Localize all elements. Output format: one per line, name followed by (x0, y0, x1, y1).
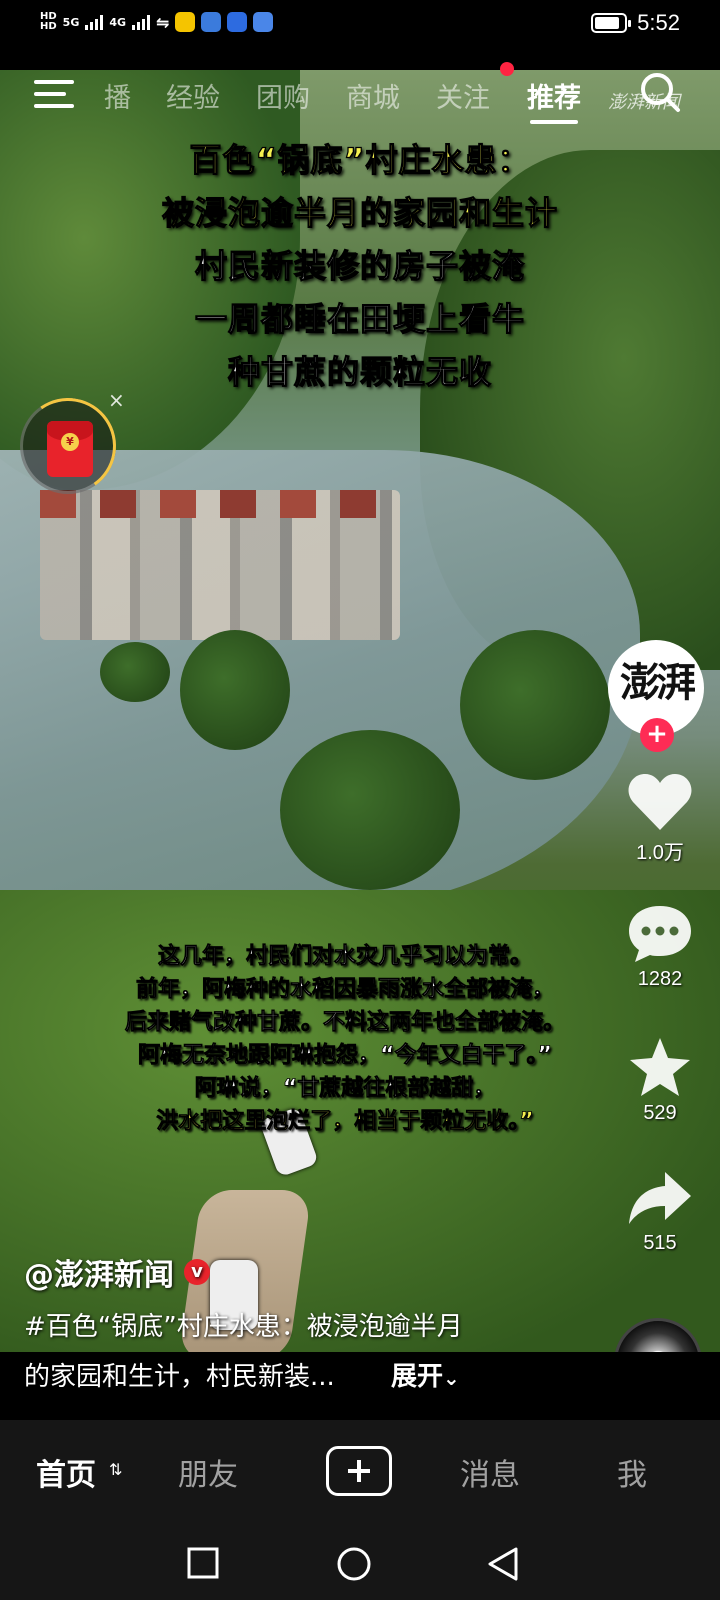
like-button[interactable]: 1.0万 (612, 772, 708, 865)
video-scene-roofs (40, 490, 400, 518)
recent-apps-icon[interactable] (186, 1546, 220, 1580)
wifi-icon: ⇋ (156, 12, 170, 32)
expand-label: 展开 (391, 1362, 444, 1392)
back-icon[interactable] (486, 1546, 520, 1582)
subtitle-line: 前年，阿梅种的水稻因暴雨涨水全部被淹， (135, 977, 555, 1003)
signal-icon-2 (132, 14, 151, 30)
share-icon (629, 1172, 691, 1224)
star-icon (630, 1038, 690, 1096)
headline-line: 被浸泡逾半月的家园和生计 (161, 193, 558, 232)
sim2-label: 4G (109, 15, 127, 29)
author-name[interactable]: @澎湃新闻 (24, 1250, 174, 1294)
sim1-label: 5G (62, 15, 80, 29)
caption-line[interactable]: 的家园和生计，村民新装... (24, 1356, 335, 1393)
close-red-packet-button[interactable]: × (108, 388, 125, 412)
status-left: HD HD 5G 4G ⇋ (40, 11, 274, 32)
app-notification-icon (175, 12, 196, 32)
tab-experience[interactable]: 经验 (166, 76, 220, 115)
clock: 5:52 (637, 10, 680, 35)
red-packet-widget[interactable]: ¥ (12, 390, 124, 502)
comment-icon (629, 906, 691, 962)
tab-following[interactable]: 关注 (436, 76, 490, 115)
headline-line: 种甘蔗的颗粒无收 (227, 352, 492, 391)
nav-home[interactable]: 首页 (36, 1450, 96, 1494)
video-scene-tree (100, 642, 170, 702)
status-bar: HD HD 5G 4G ⇋ 5:52 (0, 0, 720, 48)
author-name-row[interactable]: @澎湃新闻 v (24, 1250, 210, 1294)
red-envelope-icon: ¥ (47, 421, 93, 477)
notification-dot (500, 62, 514, 76)
tab-recommended[interactable]: 推荐 (527, 76, 581, 115)
nav-me[interactable]: 我 (617, 1450, 647, 1494)
system-nav-bar (0, 1532, 720, 1600)
share-count: 515 (643, 1232, 677, 1254)
bottom-nav: 首页 ⇅ 朋友 消息 我 (0, 1420, 720, 1532)
share-button[interactable]: 515 (612, 1170, 708, 1255)
avatar-logo-text: 澎湃 (620, 659, 696, 706)
signal-icon (85, 14, 104, 30)
video-subtitles: 这几年，村民们对水灾几乎习以为常。 前年，阿梅种的水稻因暴雨涨水全部被淹， 后来… (60, 940, 630, 1138)
subtitle-line: 后来赌气改种甘蔗。不料这两年也全部被淹。 (124, 1010, 566, 1036)
nav-friends[interactable]: 朋友 (178, 1450, 238, 1494)
expand-caption-button[interactable]: 展开⌄ (391, 1356, 460, 1393)
menu-icon[interactable] (34, 78, 74, 110)
create-post-button[interactable] (326, 1446, 392, 1496)
video-scene-tree (280, 730, 460, 890)
video-scene-tree (460, 630, 610, 780)
app-notification-icon (201, 12, 222, 32)
hd-indicator: HD HD (40, 11, 57, 32)
heart-icon (628, 774, 692, 830)
tab-mall[interactable]: 商城 (346, 76, 400, 115)
home-icon[interactable] (336, 1546, 372, 1582)
subtitle-line: 这几年，村民们对水灾几乎习以为常。 (157, 944, 533, 970)
verified-badge-icon: v (184, 1259, 210, 1285)
chevron-down-icon: ⌄ (443, 1366, 460, 1390)
subtitle-line: 阿琳说，“甘蔗越往根部越甜， (194, 1076, 496, 1102)
follow-button[interactable]: + (640, 718, 674, 752)
headline-line: 百色“锅底”村庄水患： (189, 140, 531, 179)
app-notification-icon (253, 12, 274, 32)
headline-line: 一周都睡在田埂上看牛 (194, 299, 525, 338)
status-right: 5:52 (591, 10, 680, 36)
tab-live[interactable]: 播 (104, 76, 131, 115)
active-tab-indicator (530, 120, 578, 124)
switch-feed-icon[interactable]: ⇅ (109, 1460, 122, 1479)
headline-line: 村民新装修的房子被淹 (194, 246, 525, 285)
caption-line[interactable]: #百色“锅底”村庄水患：被浸泡逾半月 (24, 1306, 463, 1343)
tab-group-buy[interactable]: 团购 (256, 76, 310, 115)
subtitle-line: 洪水把这里泡烂了，相当于颗粒无收。” (156, 1109, 534, 1135)
like-count: 1.0万 (636, 842, 684, 864)
battery-icon (591, 13, 632, 33)
nav-messages[interactable]: 消息 (460, 1450, 520, 1494)
app-notification-icon (227, 12, 248, 32)
video-headline: 百色“锅底”村庄水患： 被浸泡逾半月的家园和生计 村民新装修的房子被淹 一周都睡… (80, 134, 640, 399)
video-watermark: 澎湃新闻 (608, 92, 680, 113)
subtitle-line: 阿梅无奈地跟阿琳抱怨，“今年又白干了。” (138, 1043, 553, 1069)
video-scene-tree (180, 630, 290, 750)
